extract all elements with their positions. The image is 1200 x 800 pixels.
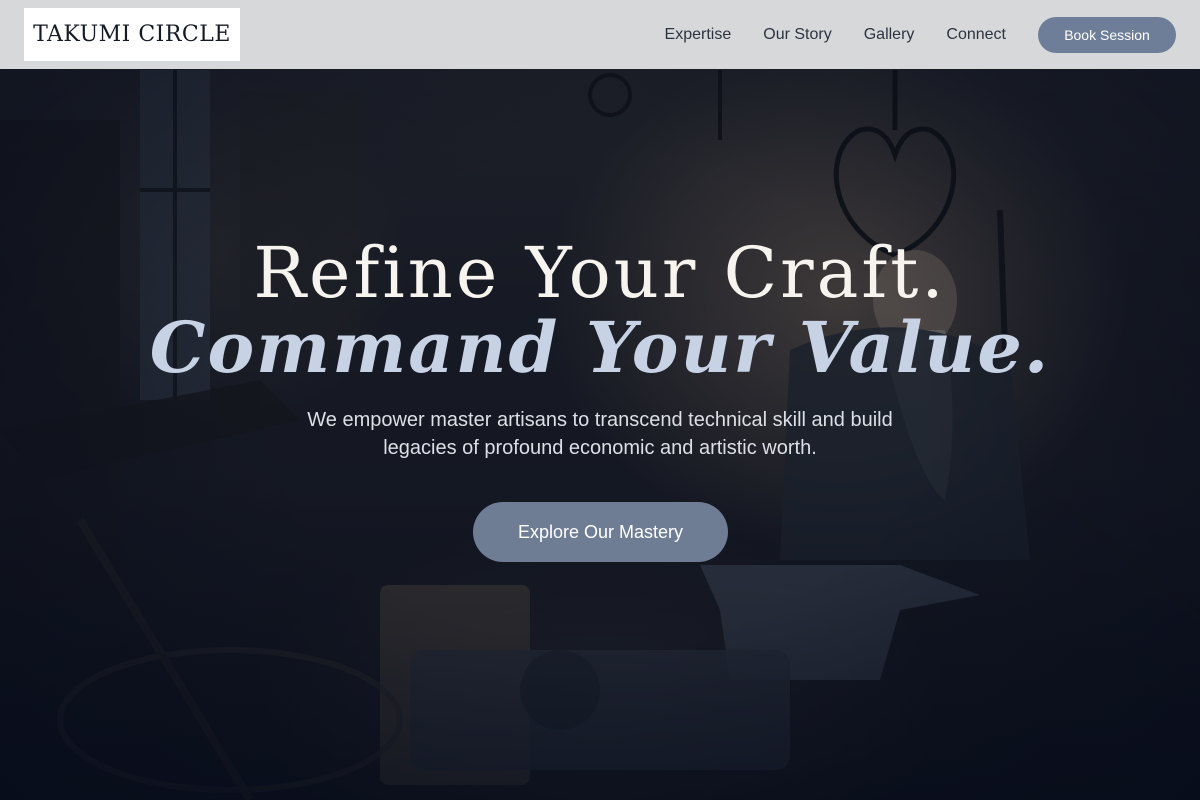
nav-link-expertise[interactable]: Expertise — [665, 26, 732, 44]
nav-link-connect[interactable]: Connect — [946, 26, 1006, 44]
explore-mastery-button[interactable]: Explore Our Mastery — [473, 502, 728, 562]
hero-vignette — [0, 0, 1200, 800]
hero-headline-primary: Refine Your Craft. — [253, 232, 947, 314]
book-session-button[interactable]: Book Session — [1038, 16, 1176, 53]
site-header: TAKUMI CIRCLE Expertise Our Story Galler… — [0, 0, 1200, 69]
main-nav: Expertise Our Story Gallery Connect Book… — [665, 16, 1176, 53]
brand-logo[interactable]: TAKUMI CIRCLE — [24, 8, 240, 61]
hero-background-image — [0, 0, 1200, 800]
hero-subtext: We empower master artisans to transcend … — [307, 409, 893, 459]
nav-link-gallery[interactable]: Gallery — [864, 26, 915, 44]
hero-headline-secondary: Command Your Value. — [149, 306, 1051, 389]
nav-link-our-story[interactable]: Our Story — [763, 26, 831, 44]
